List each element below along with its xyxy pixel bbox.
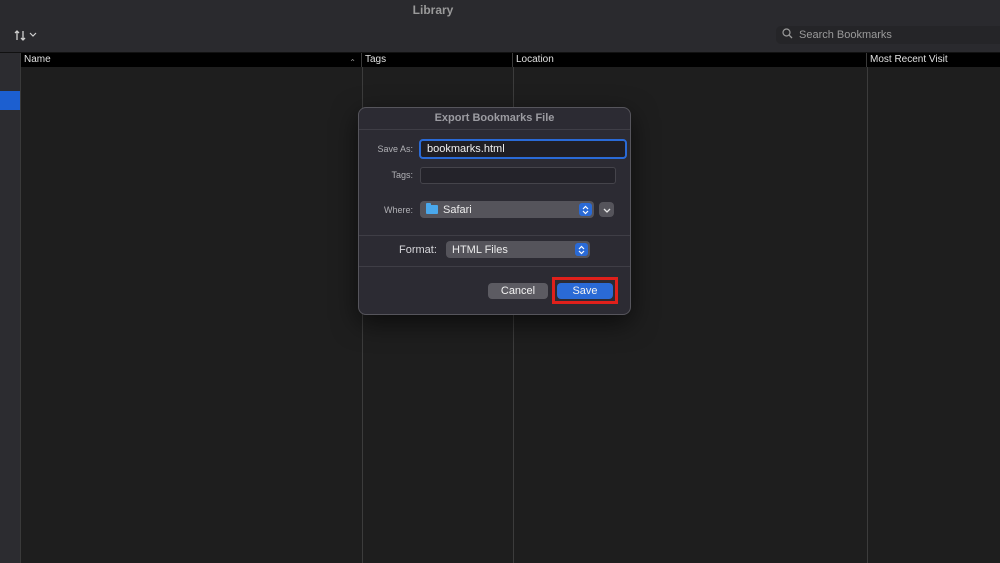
up-down-chevron-icon — [579, 203, 592, 216]
column-divider — [867, 67, 868, 563]
search-input[interactable] — [799, 29, 989, 41]
where-popup[interactable]: Safari — [420, 201, 594, 218]
tags-label: Tags: — [391, 170, 413, 180]
up-down-chevron-icon — [575, 243, 588, 256]
sort-arrows-icon — [14, 29, 26, 41]
search-field[interactable] — [776, 26, 1000, 44]
library-window: Library Search Bookmarks Name ⌃ Tags Loc… — [0, 0, 1000, 563]
column-header-label: Location — [516, 54, 554, 65]
expand-dialog-button[interactable] — [599, 202, 614, 217]
titlebar: Library — [0, 0, 1000, 53]
column-header-label: Tags — [365, 54, 387, 65]
cancel-button[interactable]: Cancel — [488, 283, 548, 299]
chevron-down-icon — [29, 32, 37, 38]
chevron-down-icon — [603, 201, 611, 219]
save-button[interactable]: Save — [557, 283, 613, 299]
column-header-tags[interactable]: Tags — [362, 53, 513, 67]
dialog-divider — [359, 129, 630, 130]
where-label: Where: — [383, 205, 413, 215]
dialog-divider — [359, 235, 630, 236]
where-value: Safari — [443, 203, 472, 216]
table-header: Name ⌃ Tags Location Most Recent Visit — [21, 53, 1000, 67]
window-title: Library — [412, 3, 454, 17]
export-bookmarks-dialog: Export Bookmarks File Save As: Tags: Whe… — [358, 107, 631, 315]
sidebar — [0, 53, 21, 563]
format-value: HTML Files — [452, 243, 508, 256]
sort-ascending-icon: ⌃ — [349, 58, 356, 67]
save-as-label: Save As: — [377, 144, 413, 154]
column-header-location[interactable]: Location — [513, 53, 867, 67]
dialog-divider — [359, 266, 630, 267]
column-header-name[interactable]: Name ⌃ — [21, 53, 362, 67]
dialog-title: Export Bookmarks File — [434, 112, 555, 124]
folder-icon — [426, 203, 438, 214]
format-popup[interactable]: HTML Files — [446, 241, 590, 258]
column-header-most-recent-visit[interactable]: Most Recent Visit — [867, 53, 1000, 67]
format-label: Format: — [399, 244, 437, 256]
sidebar-selected-item[interactable] — [0, 91, 20, 110]
sort-menu-button[interactable] — [8, 26, 42, 44]
tags-input[interactable] — [420, 167, 616, 184]
column-header-label: Most Recent Visit — [870, 54, 948, 65]
search-icon — [776, 26, 799, 44]
save-as-input[interactable] — [419, 139, 627, 159]
column-header-label: Name — [24, 54, 51, 65]
